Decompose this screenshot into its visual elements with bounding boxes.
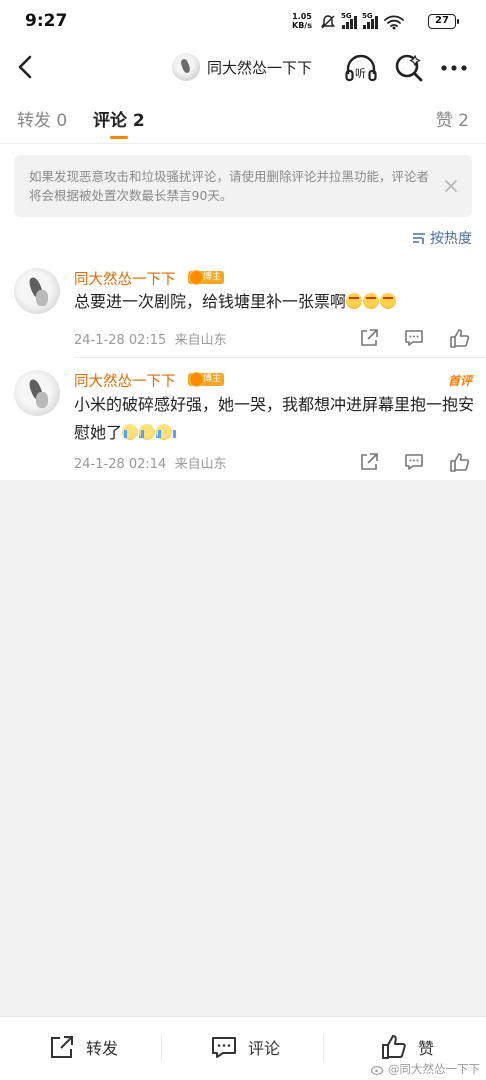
tab-comment[interactable]: 评论 2 bbox=[93, 106, 486, 131]
share-icon[interactable] bbox=[358, 451, 380, 473]
nav-bar: 同大然怂一下下 听 bbox=[0, 44, 486, 92]
repost-label[interactable]: 转发 bbox=[86, 1035, 118, 1059]
net-speed: 1.05 KB/s bbox=[292, 12, 312, 30]
comment-text-content: 总要进一次剧院，给钱塘里补一张票啊 bbox=[74, 292, 347, 311]
signal-icon: 5G bbox=[362, 12, 378, 29]
like-icon[interactable] bbox=[448, 327, 470, 349]
tab-repost[interactable]: 转发 0 bbox=[17, 106, 67, 131]
cry-emoji-icon bbox=[156, 424, 177, 440]
avatar[interactable] bbox=[172, 53, 200, 81]
wifi-icon bbox=[384, 15, 404, 30]
list-item: 同大然怂一下下 博主 首评 小米的破碎感好强，她一哭，我都想冲进屏幕里抱一抱安慰… bbox=[0, 358, 486, 480]
comment-location: 来自山东 bbox=[174, 333, 227, 348]
net-speed-unit: KB/s bbox=[292, 21, 312, 30]
back-icon[interactable] bbox=[10, 50, 42, 84]
blogger-badge: 博主 bbox=[188, 372, 225, 387]
list-item: 同大然怂一下下 博主 总要进一次剧院，给钱塘里补一张票啊 24-1-28 02:… bbox=[0, 260, 486, 358]
comment-label[interactable]: 评论 bbox=[248, 1035, 280, 1059]
comment-username[interactable]: 同大然怂一下下 bbox=[74, 268, 176, 289]
comment-date: 24-1-28 02:14 bbox=[74, 457, 167, 472]
status-time: 9:27 bbox=[25, 11, 68, 31]
comment-button[interactable]: 评论 bbox=[210, 1033, 280, 1061]
comment-date: 24-1-28 02:15 bbox=[74, 333, 167, 348]
like-label[interactable]: 赞 bbox=[418, 1035, 434, 1059]
first-comment-badge: 首评 bbox=[447, 374, 472, 388]
comment-text: 总要进一次剧院，给钱塘里补一张票啊 bbox=[74, 288, 474, 316]
more-icon[interactable] bbox=[438, 54, 470, 82]
divider bbox=[161, 1035, 162, 1061]
like-icon[interactable] bbox=[448, 451, 470, 473]
nav-user[interactable]: 同大然怂一下下 bbox=[172, 52, 312, 82]
status-bar: 9:27 1.05 KB/s 5G 5G 27 bbox=[0, 0, 486, 44]
status-icons: 5G 5G bbox=[320, 12, 404, 32]
angry-emoji-icon bbox=[346, 293, 363, 309]
net-speed-value: 1.05 bbox=[292, 12, 312, 21]
angry-emoji-icon bbox=[363, 293, 380, 309]
cry-emoji-icon bbox=[122, 424, 143, 440]
watermark: @同大然怂一下下 bbox=[371, 1061, 480, 1077]
comment-meta: 24-1-28 02:14 来自山东 bbox=[74, 453, 227, 472]
like-icon bbox=[382, 1035, 406, 1059]
comment-list-area: 如果发现恶意攻击和垃圾骚扰评论，请使用删除评论并拉黑功能，评论者将会根据被处置次… bbox=[0, 144, 486, 480]
notice-banner: 如果发现恶意攻击和垃圾骚扰评论，请使用删除评论并拉黑功能，评论者将会根据被处置次… bbox=[14, 155, 472, 217]
tab-bar: 转发 0 评论 2 赞 2 bbox=[0, 92, 486, 144]
close-icon[interactable] bbox=[443, 178, 459, 194]
repost-button[interactable]: 转发 bbox=[48, 1033, 118, 1061]
search-icon[interactable] bbox=[393, 52, 425, 84]
notice-text: 如果发现恶意攻击和垃圾骚扰评论，请使用删除评论并拉黑功能，评论者将会根据被处置次… bbox=[29, 169, 430, 203]
sort-button[interactable]: 按热度 bbox=[412, 228, 472, 248]
reply-icon[interactable] bbox=[403, 327, 425, 349]
comment-text: 小米的破碎感好强，她一哭，我都想冲进屏幕里抱一抱安慰她了 bbox=[74, 391, 474, 447]
angry-emoji-icon bbox=[380, 293, 397, 309]
signal-icon: 5G bbox=[341, 12, 357, 29]
blogger-badge: 博主 bbox=[188, 270, 225, 285]
like-button[interactable]: 赞 bbox=[380, 1033, 434, 1061]
tab-like[interactable]: 赞 2 bbox=[436, 106, 469, 131]
comment-meta: 24-1-28 02:15 来自山东 bbox=[74, 329, 227, 348]
divider bbox=[323, 1035, 324, 1061]
sort-label[interactable]: 按热度 bbox=[430, 228, 472, 248]
signal-2-label: 5G bbox=[362, 12, 373, 20]
battery-icon: 27 bbox=[428, 14, 459, 29]
comment-username[interactable]: 同大然怂一下下 bbox=[74, 370, 176, 391]
page-title[interactable]: 同大然怂一下下 bbox=[207, 57, 312, 78]
weibo-logo-icon bbox=[371, 1066, 384, 1075]
avatar[interactable] bbox=[14, 370, 60, 416]
repost-icon bbox=[51, 1036, 73, 1058]
listen-icon[interactable]: 听 bbox=[344, 52, 378, 84]
avatar[interactable] bbox=[14, 268, 60, 314]
share-icon[interactable] bbox=[358, 327, 380, 349]
watermark-text: @同大然怂一下下 bbox=[388, 1062, 480, 1076]
cry-emoji-icon bbox=[139, 424, 160, 440]
signal-1-label: 5G bbox=[341, 12, 352, 20]
tab-active-indicator bbox=[110, 136, 128, 139]
svg-text:听: 听 bbox=[355, 67, 366, 80]
comment-location: 来自山东 bbox=[174, 457, 227, 472]
comment-icon bbox=[212, 1037, 236, 1058]
sort-icon bbox=[413, 233, 425, 244]
reply-icon[interactable] bbox=[403, 451, 425, 473]
mute-icon bbox=[321, 15, 335, 29]
